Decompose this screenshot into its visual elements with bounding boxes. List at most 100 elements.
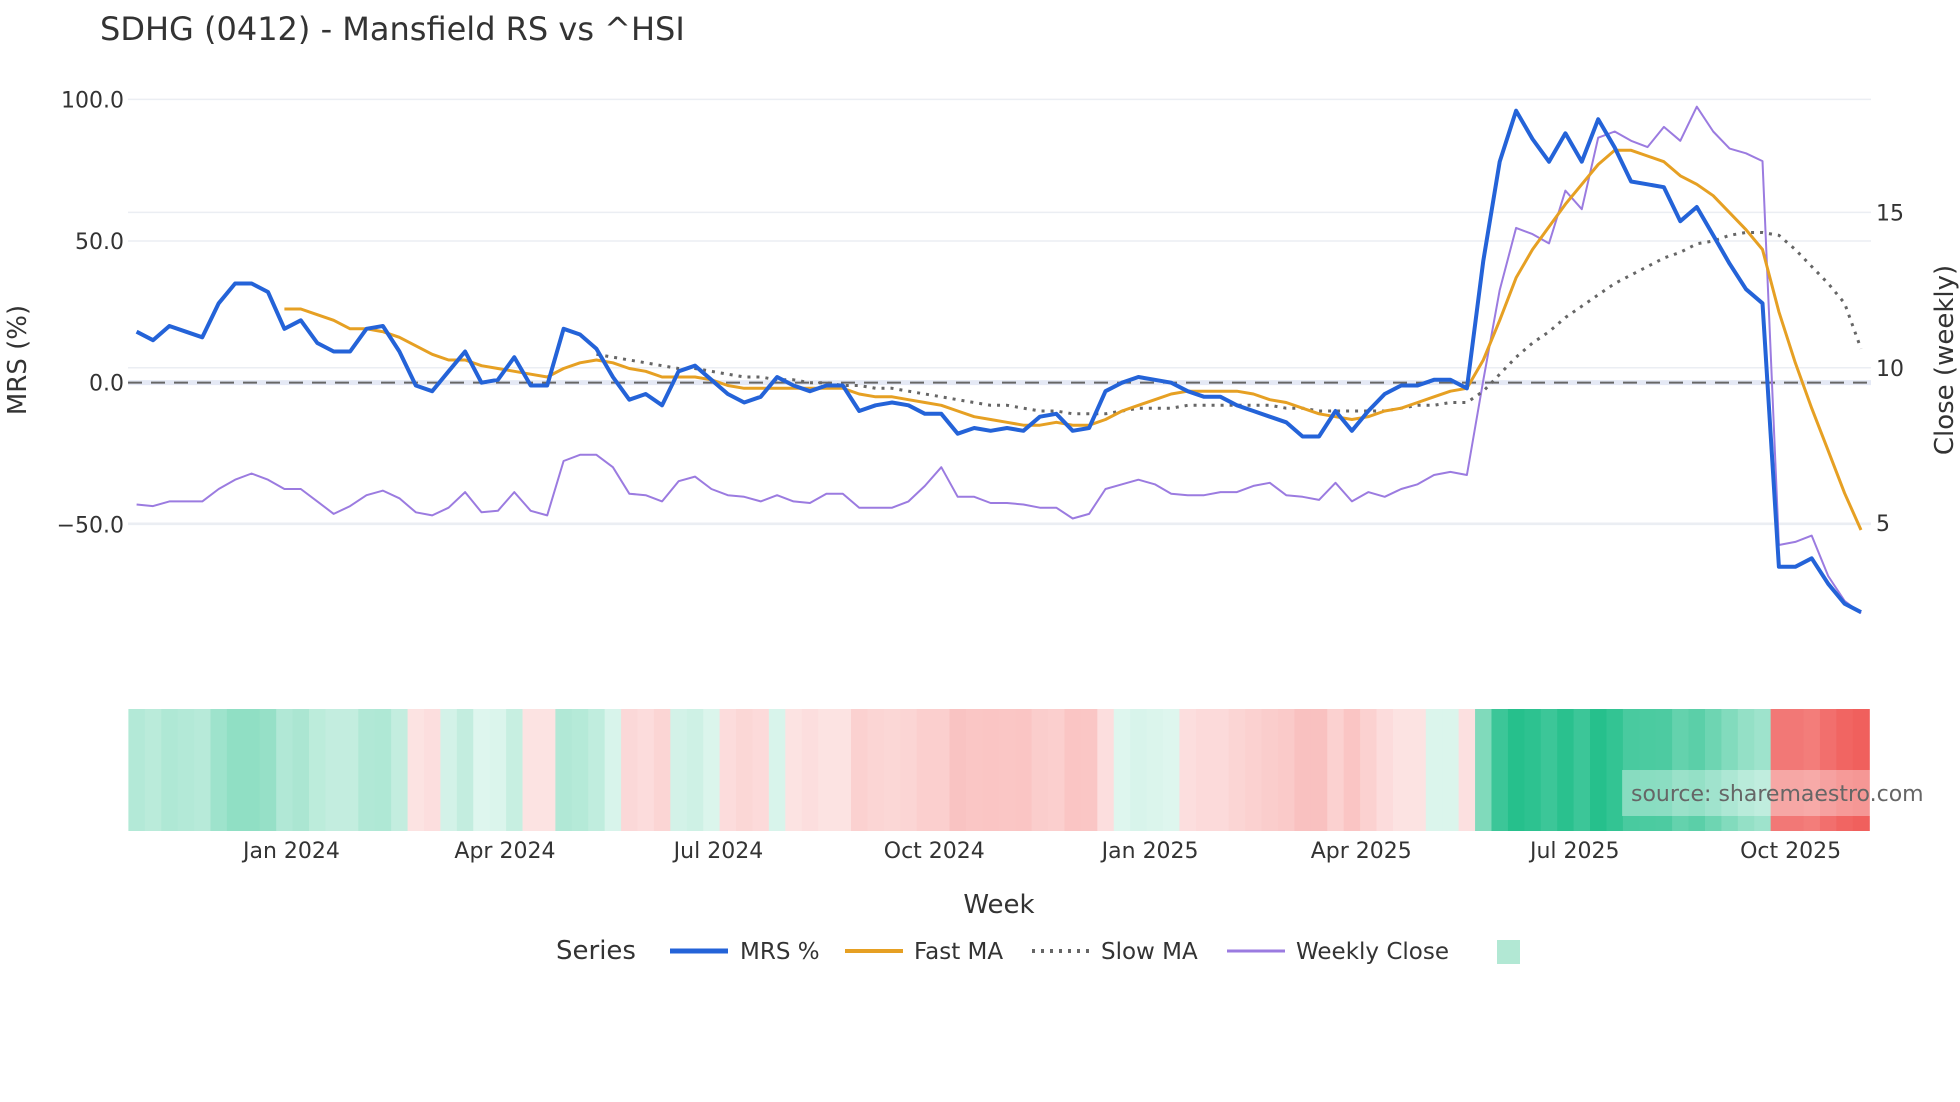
legend: Series MRS % Fast MA Slow MA Weekly Close — [556, 936, 1520, 966]
legend-swatch-heatmap — [1497, 940, 1520, 964]
heatmap-cell — [637, 709, 655, 831]
heatmap-cell — [522, 709, 540, 831]
heatmap-cell — [1442, 709, 1460, 831]
x-tick-label: Oct 2025 — [1740, 839, 1841, 864]
heatmap-cell — [752, 709, 770, 831]
series-line-fast-ma — [284, 148, 1863, 531]
source-label: source: sharemaestro.com — [1631, 782, 1924, 807]
heatmap-cell — [226, 709, 244, 831]
heatmap-cell — [341, 709, 359, 831]
heatmap-cell — [1179, 709, 1197, 831]
heatmap-cell — [243, 709, 261, 831]
y2-tick-label: 10 — [1876, 357, 1904, 382]
legend-item-label: MRS % — [740, 939, 820, 965]
heatmap-cell — [1261, 709, 1279, 831]
heatmap-cell — [473, 709, 491, 831]
heatmap-cell — [604, 709, 622, 831]
x-tick-label: Jul 2025 — [1528, 839, 1620, 864]
heatmap-cell — [686, 709, 704, 831]
heatmap-cell — [177, 709, 195, 831]
legend-item-label: Slow MA — [1101, 939, 1198, 965]
heatmap-cell — [1590, 709, 1608, 831]
x-axis: Jan 2024 Apr 2024 Jul 2024 Oct 2024 Jan 2025… — [241, 839, 1841, 864]
heatmap-cell — [538, 709, 556, 831]
x-axis-title: Week — [963, 890, 1034, 920]
heatmap-cell — [1360, 709, 1378, 831]
legend-item-label: Weekly Close — [1296, 939, 1449, 965]
heatmap-cell — [1277, 709, 1296, 831]
y2-axis-title: Close (weekly) — [1930, 265, 1960, 455]
y-tick-label: 0.0 — [89, 372, 124, 397]
heatmap-cell — [210, 709, 228, 831]
heatmap-cell — [440, 709, 458, 831]
heatmap-cell — [1606, 709, 1624, 831]
heatmap-cell — [1294, 709, 1312, 831]
heatmap-cell — [1048, 709, 1066, 831]
heatmap-cell — [144, 709, 162, 831]
heatmap-cell — [900, 709, 918, 831]
heatmap-cell — [653, 709, 671, 831]
heatmap-cell — [1031, 709, 1049, 831]
heatmap-cell — [1392, 709, 1410, 831]
heatmap-cell — [1130, 709, 1148, 831]
heatmap-cell — [407, 709, 425, 831]
heatmap-cell — [1327, 709, 1345, 831]
series-lines — [135, 105, 1863, 615]
heatmap-cell — [1524, 709, 1542, 831]
heatmap-cell — [456, 709, 474, 831]
chart-title: SDHG (0412) - Mansfield RS vs ^HSI — [100, 10, 685, 48]
heatmap-strip — [128, 709, 1870, 831]
x-tick-label: Jan 2025 — [1100, 839, 1199, 864]
heatmap-cell — [801, 709, 819, 831]
heatmap-cell — [391, 709, 409, 831]
heatmap-cell — [1080, 709, 1098, 831]
y-axis-left: 100.0 50.0 0.0 −50.0 — [57, 88, 124, 538]
y2-tick-label: 15 — [1876, 201, 1904, 226]
heatmap-cell — [1310, 709, 1328, 831]
y-tick-label: 100.0 — [61, 88, 124, 113]
heatmap-cell — [1212, 709, 1230, 831]
heatmap-cell — [571, 709, 589, 831]
heatmap-cell — [867, 709, 885, 831]
heatmap-cell — [292, 709, 310, 831]
heatmap-cell — [1343, 709, 1361, 831]
heatmap-cell — [358, 709, 376, 831]
heatmap-cell — [1573, 709, 1591, 831]
x-tick-label: Apr 2024 — [454, 839, 555, 864]
x-tick-label: Jan 2024 — [241, 839, 340, 864]
heatmap-cell — [1540, 709, 1558, 831]
heatmap-cell — [834, 709, 852, 831]
heatmap-cell — [489, 709, 507, 831]
heatmap-cell — [1475, 709, 1493, 831]
heatmap-cell — [1195, 709, 1213, 831]
y2-tick-label: 5 — [1876, 512, 1890, 537]
heatmap-cell — [555, 709, 573, 831]
heatmap-cell — [998, 709, 1016, 831]
heatmap-cell — [1163, 709, 1181, 831]
heatmap-cell — [768, 709, 786, 831]
heatmap-cell — [1015, 709, 1033, 831]
heatmap-cell — [703, 709, 721, 831]
heatmap-cell — [982, 709, 1000, 831]
heatmap-cell — [1376, 709, 1394, 831]
heatmap-cell — [276, 709, 294, 831]
heatmap-cell — [1245, 709, 1263, 831]
heatmap-cell — [621, 709, 639, 831]
series-line-slow-ma — [596, 231, 1863, 416]
heatmap-cell — [1425, 709, 1443, 831]
heatmap-cell — [506, 709, 524, 831]
heatmap-cell — [588, 709, 606, 831]
heatmap-cell — [1146, 709, 1164, 831]
heatmap-cell — [1557, 709, 1575, 831]
heatmap-cell — [374, 709, 392, 831]
y-axis-right: 15 10 5 — [1876, 201, 1904, 537]
legend-title: Series — [556, 936, 636, 966]
heatmap-cell — [424, 709, 442, 831]
legend-item-label: Fast MA — [914, 939, 1003, 965]
heatmap-cell — [194, 709, 212, 831]
heatmap-cell — [1491, 709, 1509, 831]
chart: SDHG (0412) - Mansfield RS vs ^HSI 100.0… — [3, 10, 1960, 966]
heatmap-cell — [949, 709, 967, 831]
grid — [128, 98, 1871, 526]
heatmap-cell — [933, 709, 951, 831]
